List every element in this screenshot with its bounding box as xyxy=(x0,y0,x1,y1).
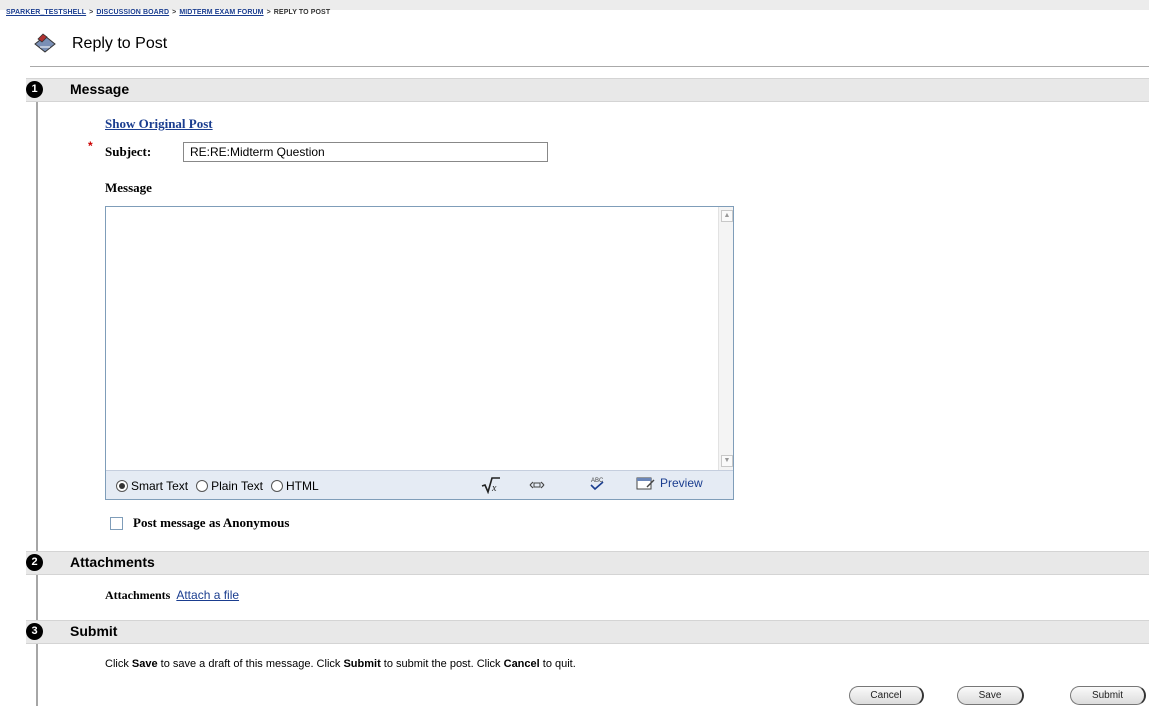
subject-label: Subject: xyxy=(105,144,152,159)
step-header-attachments: 2 Attachments xyxy=(26,551,1149,575)
breadcrumb-link-course[interactable]: SPARKER_TESTSHELL xyxy=(6,9,86,16)
submit-button[interactable]: Submit xyxy=(1070,686,1146,705)
reply-post-icon xyxy=(34,33,56,53)
page-title: Reply to Post xyxy=(72,35,168,52)
text-mode-group: Smart Text Plain Text HTML xyxy=(116,479,325,493)
breadcrumb-current: REPLY TO POST xyxy=(273,9,331,16)
message-editor: ▲ ▼ Smart Text Plain Text HTML x ABC Pre xyxy=(105,206,734,500)
title-divider xyxy=(30,66,1149,67)
text-mode-plain-text[interactable]: Plain Text xyxy=(196,479,263,493)
radio-html[interactable] xyxy=(270,480,283,492)
step-number-3: 3 xyxy=(26,623,43,640)
anonymous-checkbox[interactable] xyxy=(110,516,123,530)
preview-label: Preview xyxy=(660,476,703,490)
math-equation-icon[interactable]: x xyxy=(481,476,501,494)
attach-file-link[interactable]: Attach a file xyxy=(176,588,239,602)
show-original-post-link[interactable]: Show Original Post xyxy=(105,116,213,132)
step-title-attachments: Attachments xyxy=(70,554,155,570)
breadcrumb-link-forum[interactable]: MIDTERM EXAM FORUM xyxy=(179,9,263,16)
preview-button[interactable]: Preview xyxy=(636,476,703,490)
breadcrumb-separator: > xyxy=(266,9,271,16)
step-title-message: Message xyxy=(70,81,130,97)
step-connector-line xyxy=(36,93,38,706)
message-label: Message xyxy=(105,180,152,195)
submit-instructions: Click Save to save a draft of this messa… xyxy=(105,658,576,670)
anonymous-option[interactable]: Post message as Anonymous xyxy=(110,515,289,531)
step-number-2: 2 xyxy=(26,554,43,571)
save-button[interactable]: Save xyxy=(957,686,1024,705)
cancel-button[interactable]: Cancel xyxy=(849,686,924,705)
scroll-down-arrow-icon[interactable]: ▼ xyxy=(721,455,733,467)
step-header-message: 1 Message xyxy=(26,78,1149,102)
editor-toolbar: Smart Text Plain Text HTML x ABC Preview xyxy=(106,470,733,499)
breadcrumb-separator: > xyxy=(172,9,177,16)
subject-input[interactable] xyxy=(183,142,548,162)
text-mode-html[interactable]: HTML xyxy=(270,479,319,493)
scroll-up-arrow-icon[interactable]: ▲ xyxy=(721,210,733,222)
anonymous-label: Post message as Anonymous xyxy=(133,515,290,530)
step-number-1: 1 xyxy=(26,81,43,98)
radio-smart-text[interactable] xyxy=(116,480,128,492)
message-textarea[interactable] xyxy=(106,207,718,470)
step-title-submit: Submit xyxy=(70,623,118,639)
link-icon[interactable] xyxy=(528,479,546,491)
text-mode-smart-text[interactable]: Smart Text xyxy=(116,479,188,493)
breadcrumb: SPARKER_TESTSHELL > DISCUSSION BOARD > MIDTE… xyxy=(6,9,330,16)
spellcheck-icon[interactable]: ABC xyxy=(587,475,607,491)
required-marker: * xyxy=(88,139,93,153)
radio-plain-text[interactable] xyxy=(196,480,209,492)
editor-scrollbar[interactable]: ▲ ▼ xyxy=(718,207,733,470)
step-header-submit: 3 Submit xyxy=(26,620,1149,644)
attachments-row: Attachments Attach a file xyxy=(105,588,239,603)
preview-icon xyxy=(636,477,655,490)
attachments-label: Attachments xyxy=(105,588,171,602)
breadcrumb-separator: > xyxy=(89,9,94,16)
svg-text:x: x xyxy=(491,483,497,494)
breadcrumb-link-discussion-board[interactable]: DISCUSSION BOARD xyxy=(96,9,169,16)
